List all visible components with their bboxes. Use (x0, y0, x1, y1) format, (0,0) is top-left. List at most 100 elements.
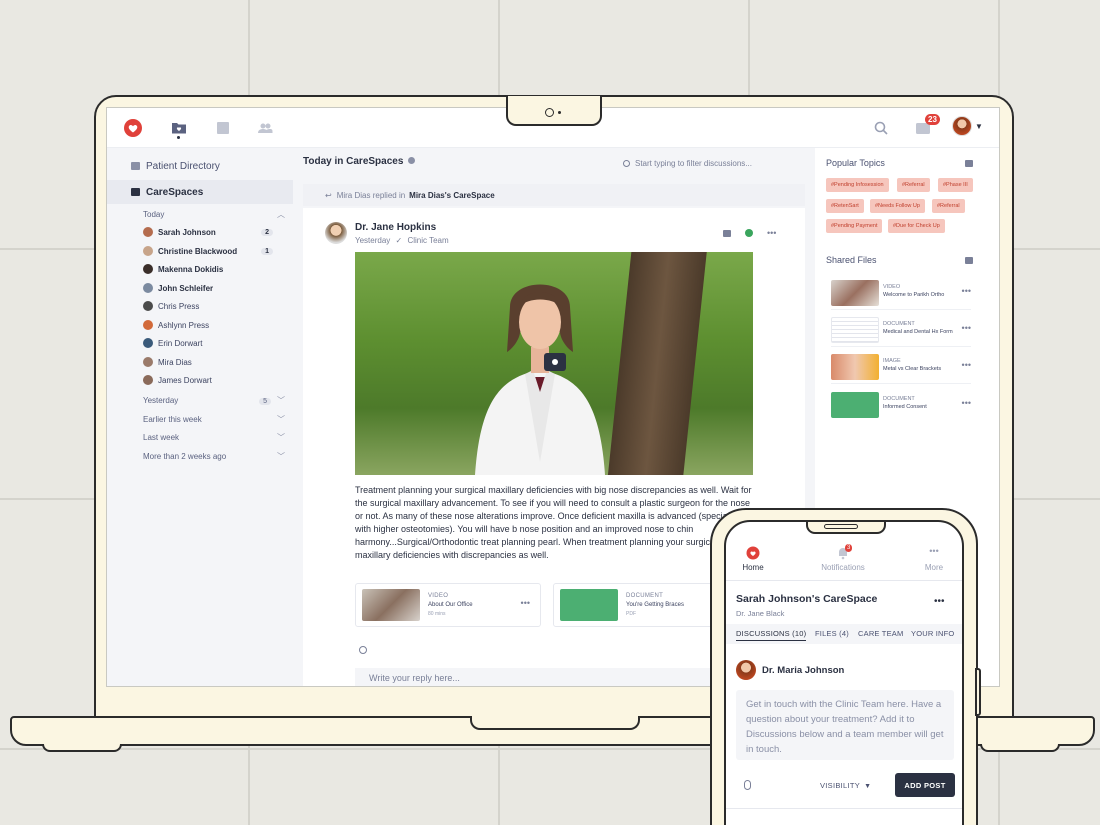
group-earlier-this-week[interactable]: Earlier this week ﹀ (143, 412, 285, 426)
sidebar-item-patient-directory[interactable]: Patient Directory (107, 154, 293, 178)
reply-note-prefix: Mira Dias replied in (336, 190, 406, 200)
tab-home[interactable]: Home (726, 546, 788, 572)
unread-count: 2 (261, 228, 273, 236)
file-kind: DOCUMENT (883, 396, 915, 402)
divider (726, 580, 962, 581)
person-name: Christine Blackwood (158, 246, 238, 256)
user-avatar[interactable] (952, 116, 972, 136)
avatar (143, 301, 153, 311)
paperclip-icon[interactable] (744, 780, 751, 790)
attachment-kind: VIDEO (428, 593, 449, 599)
calendar-icon[interactable] (215, 120, 231, 136)
person-item[interactable]: Mira Dias (143, 355, 273, 369)
attachment-card[interactable]: VIDEO About Our Office 80 mins ••• (355, 583, 541, 627)
topic-tag[interactable]: #Pending Infosession (826, 178, 889, 192)
filter-icon (623, 159, 630, 167)
active-nav-indicator (177, 136, 180, 139)
topic-tag[interactable]: #Due for Check Up (888, 219, 945, 233)
group-older[interactable]: More than 2 weeks ago ﹀ (143, 449, 285, 463)
topic-tag[interactable]: #Needs Follow Up (870, 199, 925, 213)
sidebar-item-label: Patient Directory (146, 160, 220, 172)
laptop-foot (980, 744, 1060, 752)
chevron-up-icon[interactable]: ︿ (277, 209, 285, 220)
person-item[interactable]: Sarah Johnson 2 (143, 225, 273, 239)
group-yesterday[interactable]: Yesterday 5 ﹀ (143, 393, 285, 407)
avatar (325, 222, 347, 244)
reply-note-target[interactable]: Mira Dias's CareSpace (409, 191, 495, 200)
tab-notifications[interactable]: Notifications (808, 546, 878, 572)
emoji-icon[interactable] (359, 646, 367, 654)
person-item[interactable]: Christine Blackwood 1 (143, 244, 273, 258)
more-icon[interactable]: ••• (934, 596, 945, 607)
sidebar: Patient Directory CareSpaces Today ︿ Sar… (107, 148, 293, 686)
chevron-down-icon[interactable]: ﹀ (277, 432, 285, 443)
expand-icon[interactable] (965, 257, 973, 264)
person-item[interactable]: John Schleifer (143, 281, 273, 295)
file-thumbnail (831, 317, 879, 343)
composer-author: Dr. Maria Johnson (762, 665, 845, 676)
brand-logo-icon[interactable] (123, 118, 143, 138)
expand-icon[interactable] (965, 160, 973, 167)
post-video-thumbnail[interactable] (355, 252, 753, 475)
shared-file-item[interactable]: VIDEO Welcome to Parikh Ortho ••• (831, 278, 971, 310)
add-post-button[interactable]: ADD POST (895, 773, 955, 797)
topic-tag[interactable]: #RetenSart (826, 199, 864, 213)
group-last-week[interactable]: Last week ﹀ (143, 430, 285, 444)
attachment-title: You're Getting Braces (626, 602, 684, 608)
filter-input[interactable]: Start typing to filter discussions... (623, 155, 803, 171)
person-name: James Dorwart (158, 375, 212, 385)
sidebar-item-carespaces[interactable]: CareSpaces (107, 180, 293, 204)
topic-tag[interactable]: #Referral (897, 178, 930, 192)
person-name: Makenna Dokidis (158, 264, 224, 274)
avatar (143, 246, 153, 256)
tab-more[interactable]: ••• More (899, 546, 962, 572)
more-icon[interactable]: ••• (962, 286, 971, 296)
tab-files[interactable]: FILES (4) (815, 629, 849, 638)
reply-notification[interactable]: ↩ Mira Dias replied in Mira Dias's CareS… (303, 184, 805, 206)
more-icon[interactable]: ••• (521, 598, 530, 608)
divider (726, 808, 962, 809)
resolved-check-icon[interactable] (745, 229, 753, 237)
home-heart-icon (746, 546, 760, 560)
more-icon[interactable]: ••• (962, 398, 971, 408)
tab-discussions[interactable]: DISCUSSIONS (10) (736, 629, 807, 641)
chevron-down-icon[interactable]: ▼ (975, 122, 983, 131)
more-icon[interactable]: ••• (962, 323, 971, 333)
person-item[interactable]: James Dorwart (143, 373, 273, 387)
play-icon[interactable] (544, 353, 566, 371)
check-icon: ✓ (395, 236, 403, 245)
topic-tag[interactable]: #Phase III (938, 178, 973, 192)
chevron-down-icon[interactable]: ﹀ (277, 451, 285, 462)
shared-file-item[interactable]: DOCUMENT Informed Consent ••• (831, 390, 971, 422)
folder-heart-icon[interactable] (171, 120, 187, 136)
more-icon[interactable]: ••• (767, 228, 776, 238)
visibility-dropdown[interactable]: VISIBILITY ▼ (820, 781, 871, 790)
chevron-down-icon[interactable]: ﹀ (277, 414, 285, 425)
more-icon[interactable]: ••• (962, 360, 971, 370)
shared-file-item[interactable]: IMAGE Metal vs Clear Brackets ••• (831, 352, 971, 384)
person-item[interactable]: Makenna Dokidis (143, 262, 273, 276)
person-item[interactable]: Erin Dorwart (143, 336, 273, 350)
chevron-down-icon[interactable]: ﹀ (277, 396, 285, 405)
tab-care-team[interactable]: CARE TEAM (858, 629, 903, 638)
search-icon[interactable] (873, 120, 889, 136)
users-icon[interactable] (257, 120, 273, 136)
post-author[interactable]: Dr. Jane Hopkins (355, 222, 436, 233)
post-composer-input[interactable]: Get in touch with the Clinic Team here. … (736, 690, 954, 760)
topic-tag[interactable]: #Pending Payment (826, 219, 883, 233)
avatar (143, 338, 153, 348)
tab-your-info[interactable]: YOUR INFO (911, 629, 954, 638)
tab-label: Notifications (821, 563, 865, 572)
info-icon[interactable] (408, 157, 416, 164)
topic-tag[interactable]: #Referral (932, 199, 965, 213)
group-today[interactable]: Today ︿ (143, 207, 285, 221)
group-label: Earlier this week (143, 414, 202, 424)
bookmark-icon[interactable] (723, 229, 731, 237)
shared-file-item[interactable]: DOCUMENT Medical and Dental Hx Form ••• (831, 315, 971, 347)
file-kind: IMAGE (883, 358, 901, 364)
reply-input[interactable]: Write your reply here... (355, 668, 753, 686)
doctor-photo (475, 284, 605, 475)
person-item[interactable]: Chris Press (143, 299, 273, 313)
file-title: Informed Consent (883, 404, 927, 410)
person-item[interactable]: Ashlynn Press (143, 318, 273, 332)
